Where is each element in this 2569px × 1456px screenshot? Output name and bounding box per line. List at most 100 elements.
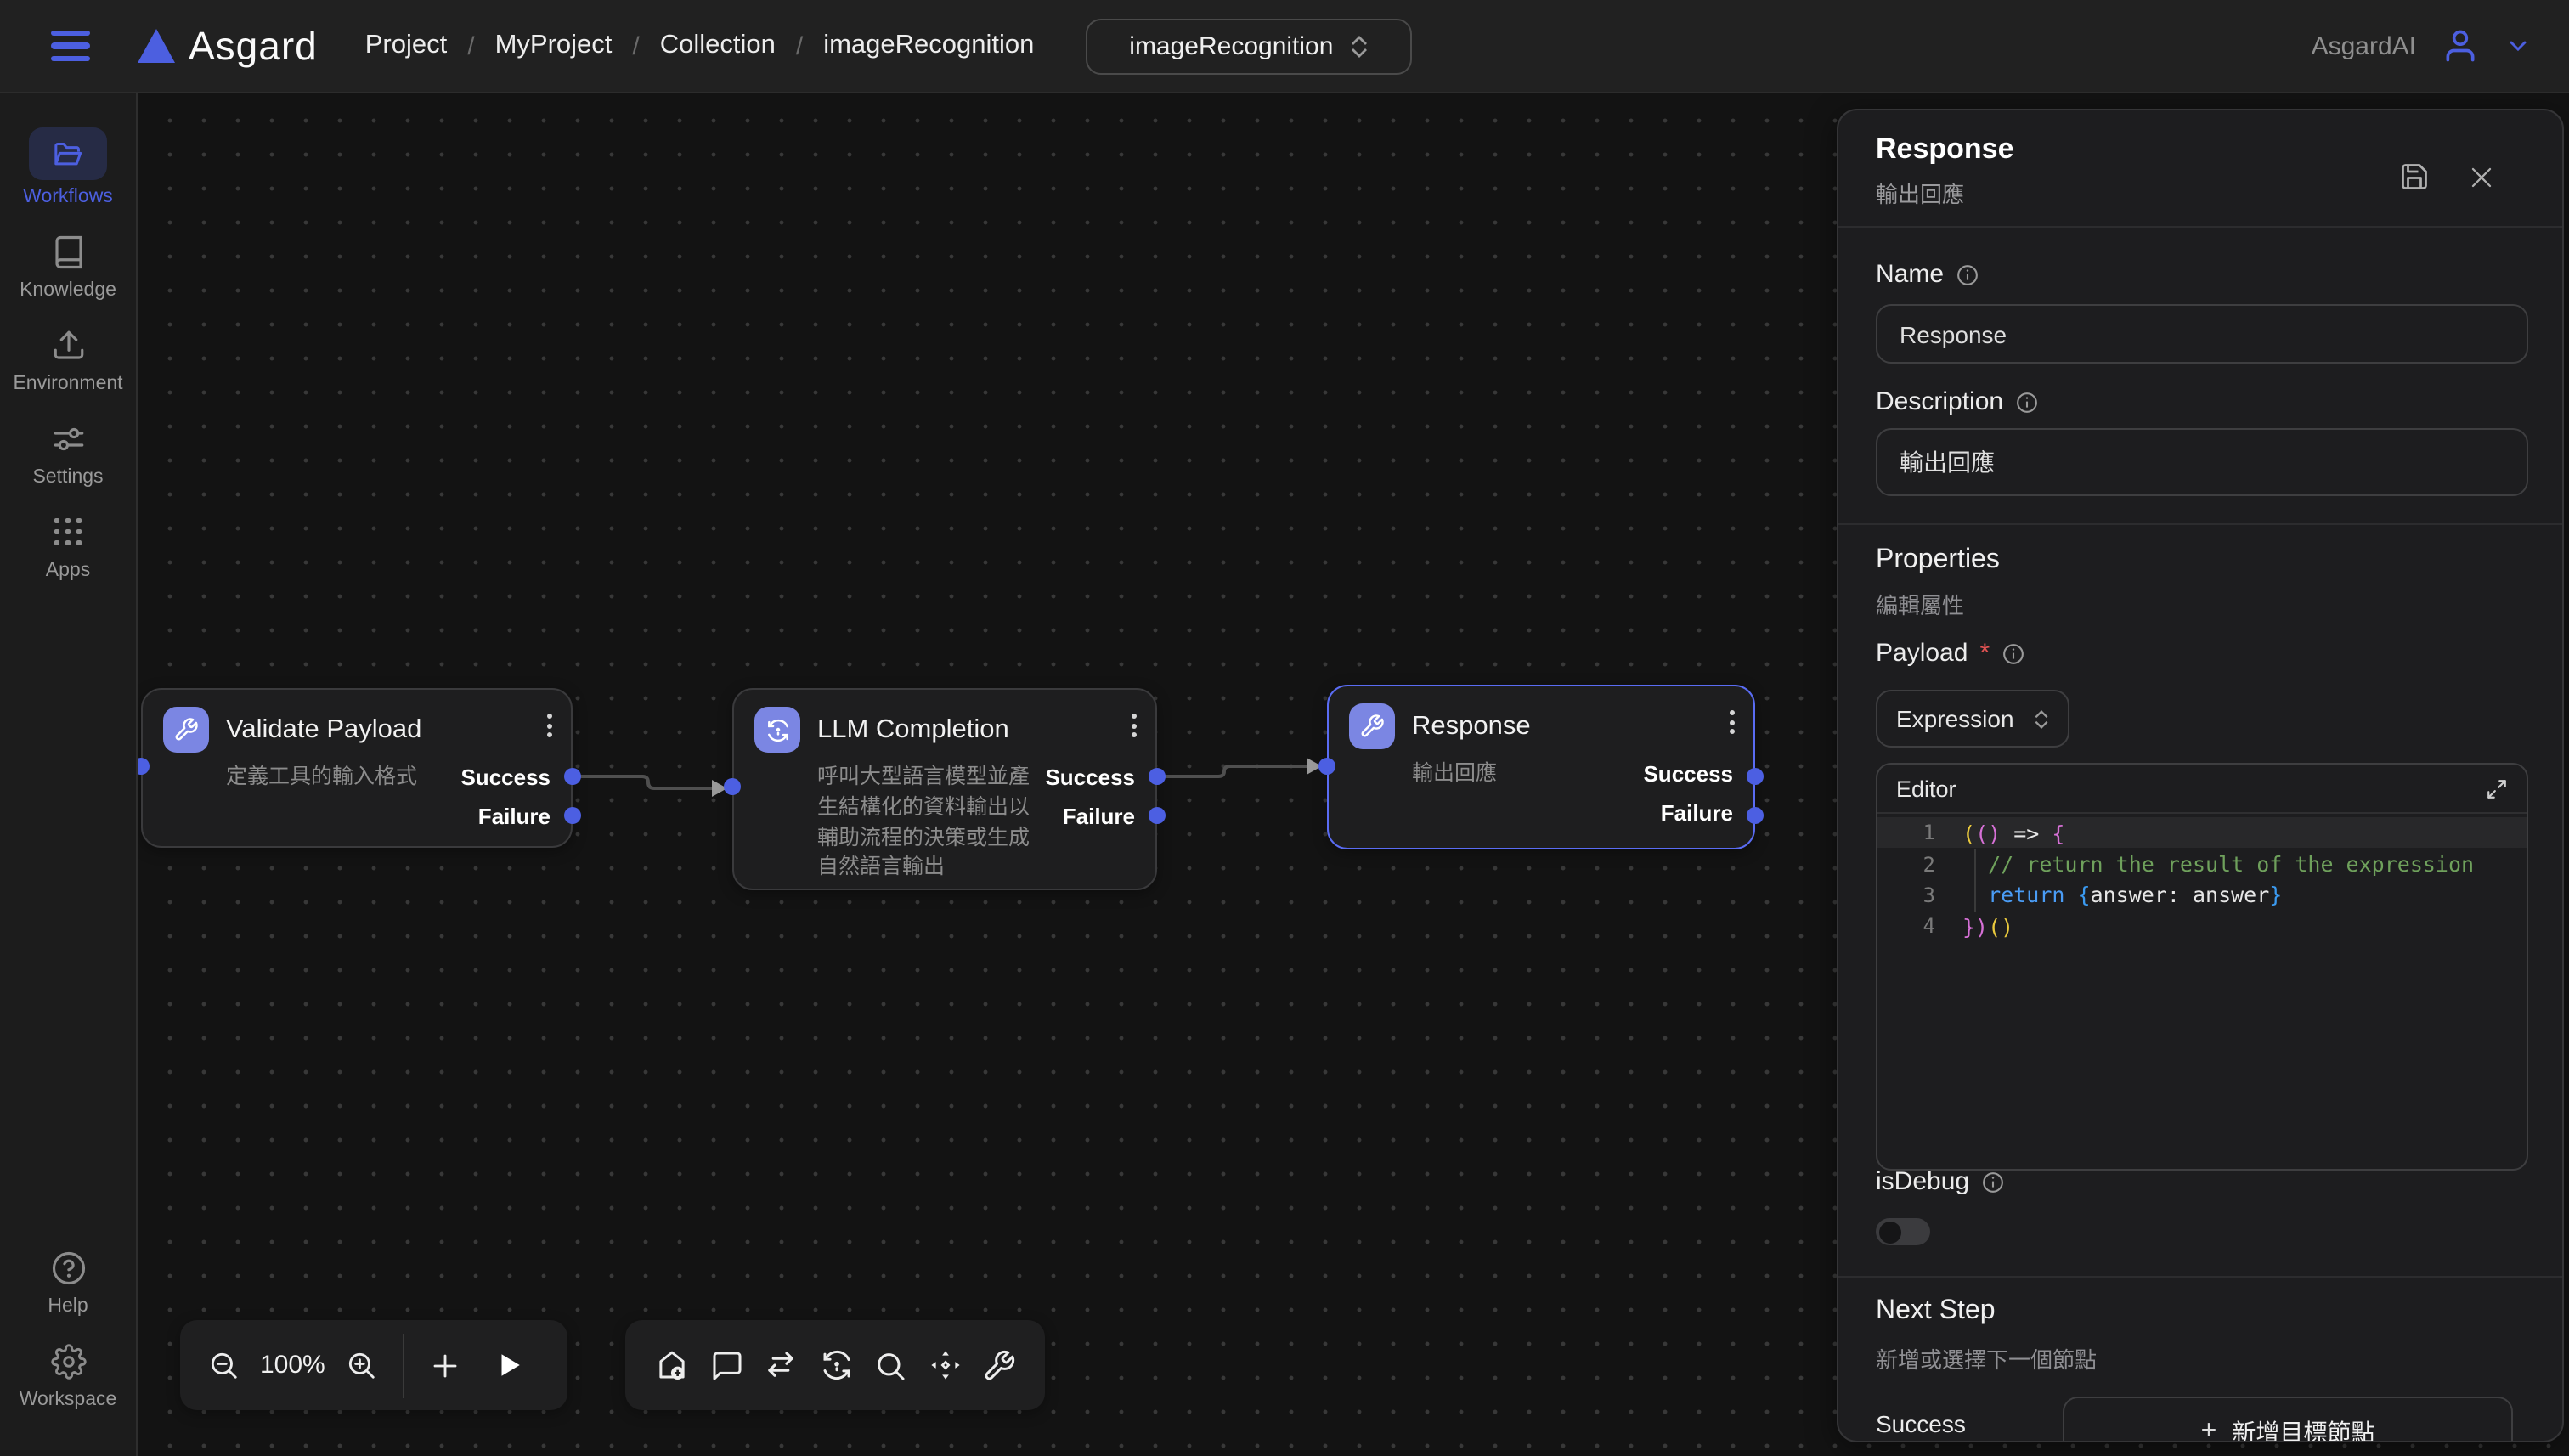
add-target-node-label: 新增目標節點 xyxy=(2232,1415,2374,1442)
output-failure-label: Failure xyxy=(1661,800,1733,826)
sidebar-item-label: Knowledge xyxy=(20,280,116,301)
description-field-label: Description xyxy=(1876,387,2039,416)
node-title: LLM Completion xyxy=(817,714,1009,745)
sidebar-item-workspace[interactable]: Workspace xyxy=(20,1339,117,1410)
expression-editor[interactable]: Editor 1 (() => { 2 // return the result… xyxy=(1876,763,2528,1171)
zoom-level: 100% xyxy=(260,1351,325,1380)
name-field-label: Name xyxy=(1876,260,1979,289)
book-icon xyxy=(50,229,86,274)
breadcrumb-workflow[interactable]: imageRecognition xyxy=(823,31,1034,61)
port-success-llm[interactable] xyxy=(1149,768,1166,785)
sidebar-item-knowledge[interactable]: Knowledge xyxy=(20,229,116,301)
node-config-panel: Response 輸出回應 Name Description 輸出回應 Prop… xyxy=(1837,109,2564,1442)
editor-code-area[interactable]: 1 (() => { 2 // return the result of the… xyxy=(1877,814,2527,942)
search-icon[interactable] xyxy=(873,1348,907,1382)
llm-cycle-icon xyxy=(754,707,800,753)
port-failure-response[interactable] xyxy=(1747,807,1764,824)
divider xyxy=(1838,523,2562,525)
output-success-label: Success xyxy=(1643,761,1733,787)
properties-title: Properties xyxy=(1876,545,2000,576)
sidebar-item-apps[interactable]: Apps xyxy=(46,510,90,581)
node-header: Response xyxy=(1349,703,1733,749)
gear-icon xyxy=(50,1339,86,1383)
port-input-llm[interactable] xyxy=(724,778,741,795)
chevron-down-icon[interactable] xyxy=(2504,32,2532,59)
plus-sign: + xyxy=(2201,1417,2217,1442)
zoom-out-icon[interactable] xyxy=(207,1349,240,1381)
add-target-node-button[interactable]: + 新增目標節點 xyxy=(2063,1397,2513,1442)
node-subtitle: 呼叫大型語言模型並產生結構化的資料輸出以輔助流程的決策或生成自然語言輸出 xyxy=(817,763,1045,883)
sidebar-item-help[interactable]: Help xyxy=(48,1245,88,1317)
top-bar: Asgard Project / MyProject / Collection … xyxy=(0,0,2569,93)
user-icon[interactable] xyxy=(2442,27,2479,65)
sidebar-item-label: Apps xyxy=(46,561,90,581)
node-title: Response xyxy=(1412,711,1531,742)
code-line: 3 return {answer: answer} xyxy=(1877,880,2527,911)
properties-subtitle: 編輯屬性 xyxy=(1876,588,1964,620)
sidebar-item-workflows[interactable]: Workflows xyxy=(23,127,113,207)
output-success-label: Success xyxy=(460,765,550,790)
payload-type-select[interactable]: Expression xyxy=(1876,690,2069,748)
account-name: AsgardAI xyxy=(2312,31,2416,60)
next-step-title: Next Step xyxy=(1876,1296,1996,1327)
breadcrumb-myproject[interactable]: MyProject xyxy=(495,31,613,61)
node-llm-completion[interactable]: LLM Completion 呼叫大型語言模型並產生結構化的資料輸出以輔助流程的… xyxy=(732,688,1157,890)
sidebar-item-label: Settings xyxy=(32,467,103,488)
node-menu-icon[interactable] xyxy=(1132,714,1137,737)
description-input[interactable]: 輸出回應 xyxy=(1876,428,2528,496)
edge-llm-to-response[interactable] xyxy=(1157,758,1322,776)
port-success-validate[interactable] xyxy=(564,768,581,785)
save-icon[interactable] xyxy=(2399,161,2430,192)
breadcrumb-collection[interactable]: Collection xyxy=(660,31,776,61)
breadcrumb-project[interactable]: Project xyxy=(365,31,448,61)
output-success-label: Success xyxy=(1045,765,1135,790)
sidebar-item-environment[interactable]: Environment xyxy=(13,323,122,394)
node-response[interactable]: Response 輸出回應 Success Failure xyxy=(1327,685,1755,849)
node-validate-payload[interactable]: Validate Payload 定義工具的輸入格式 Success Failu… xyxy=(141,688,573,848)
divider xyxy=(1838,226,2562,228)
close-icon[interactable] xyxy=(2469,165,2494,190)
toggle-knob xyxy=(1879,1221,1901,1243)
menu-icon[interactable] xyxy=(51,31,90,62)
port-failure-llm[interactable] xyxy=(1149,807,1166,824)
sidebar-item-label: Workspace xyxy=(20,1390,117,1410)
sidebar-item-settings[interactable]: Settings xyxy=(32,416,103,488)
sidebar-footer: Help Workspace xyxy=(20,1245,117,1432)
move-icon[interactable] xyxy=(927,1347,963,1383)
wrench-tool-icon[interactable] xyxy=(982,1348,1016,1382)
panel-title: Response xyxy=(1876,133,2014,166)
chevron-updown-icon xyxy=(2034,709,2049,728)
sidebar: Workflows Knowledge Environment Settings… xyxy=(0,93,138,1456)
info-icon xyxy=(2015,390,2039,414)
expand-icon[interactable] xyxy=(2486,777,2508,799)
node-header: LLM Completion xyxy=(754,707,1135,753)
info-icon xyxy=(1981,1170,2005,1194)
swap-arrows-icon[interactable] xyxy=(763,1347,799,1383)
node-menu-icon[interactable] xyxy=(1730,710,1735,734)
app-root: Asgard Project / MyProject / Collection … xyxy=(0,0,2569,1456)
isdebug-toggle[interactable] xyxy=(1876,1218,1930,1245)
help-circle-icon xyxy=(50,1245,86,1290)
workflow-selector[interactable]: imageRecognition xyxy=(1085,18,1411,74)
edge-validate-to-llm[interactable] xyxy=(573,776,727,797)
output-failure-label: Failure xyxy=(1063,804,1135,829)
port-success-response[interactable] xyxy=(1747,768,1764,785)
port-input-response[interactable] xyxy=(1318,758,1335,775)
sliders-icon xyxy=(50,416,86,460)
node-menu-icon[interactable] xyxy=(547,714,552,737)
llm-cycle-icon[interactable] xyxy=(818,1347,854,1383)
success-port-label: Success xyxy=(1876,1410,1966,1437)
comment-icon[interactable] xyxy=(709,1348,743,1382)
zoom-in-icon[interactable] xyxy=(346,1349,378,1381)
asgard-logo-icon xyxy=(138,29,175,63)
topbar-right: AsgardAI xyxy=(2312,27,2569,65)
add-node-plus-icon[interactable] xyxy=(431,1350,461,1380)
breadcrumb-separator: / xyxy=(467,31,474,60)
add-tool-node-icon[interactable] xyxy=(654,1347,690,1383)
workflow-selector-value: imageRecognition xyxy=(1129,31,1333,60)
node-title: Validate Payload xyxy=(226,714,421,745)
code-line: 2 // return the result of the expression xyxy=(1877,849,2527,880)
name-input[interactable] xyxy=(1876,304,2528,364)
port-failure-validate[interactable] xyxy=(564,807,581,824)
run-workflow-icon[interactable] xyxy=(495,1351,524,1380)
